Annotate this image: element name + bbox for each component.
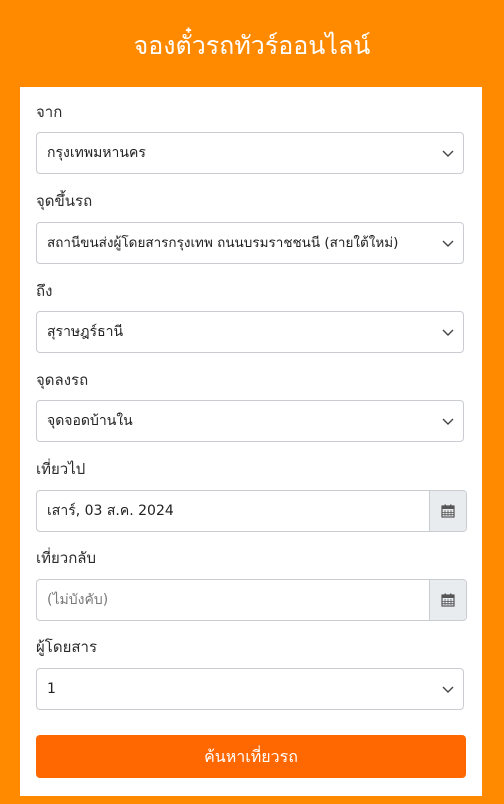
return-date-input[interactable]: (ไม่บังคับ) <box>36 579 467 621</box>
passengers-select[interactable]: 1 <box>36 668 464 710</box>
to-select[interactable]: สุราษฎร์ธานี <box>36 311 464 353</box>
pickup-label: จุดขึ้นรถ <box>36 192 93 210</box>
pickup-select[interactable]: สถานีขนส่งผู้โดยสารกรุงเทพ ถนนบรมราชชนนี… <box>36 222 464 264</box>
from-value: กรุงเทพมหานคร <box>47 145 146 161</box>
passengers-label: ผู้โดยสาร <box>36 638 98 656</box>
dropoff-select[interactable]: จุดจอดบ้านใน <box>36 400 464 442</box>
chevron-down-icon <box>442 418 454 425</box>
chevron-down-icon <box>442 240 454 247</box>
depart-date-input[interactable]: เสาร์, 03 ส.ค. 2024 <box>36 490 467 532</box>
page-title: จองตั๋วรถทัวร์ออนไลน์ <box>133 31 371 60</box>
calendar-icon <box>441 593 455 607</box>
return-date-placeholder: (ไม่บังคับ) <box>47 592 109 608</box>
pickup-value: สถานีขนส่งผู้โดยสารกรุงเทพ ถนนบรมราชชนนี… <box>47 235 399 251</box>
to-label: ถึง <box>36 282 53 300</box>
calendar-icon <box>441 504 455 518</box>
search-trips-button[interactable]: ค้นหาเที่ยวรถ <box>36 735 466 778</box>
dropoff-value: จุดจอดบ้านใน <box>47 413 133 429</box>
chevron-down-icon <box>442 686 454 693</box>
from-select[interactable]: กรุงเทพมหานคร <box>36 132 464 174</box>
calendar-button[interactable] <box>429 491 466 531</box>
from-label: จาก <box>36 103 63 121</box>
chevron-down-icon <box>442 329 454 336</box>
dropoff-label: จุดลงรถ <box>36 371 89 389</box>
to-value: สุราษฎร์ธานี <box>47 324 124 340</box>
depart-label: เที่ยวไป <box>36 460 86 478</box>
depart-date-value: เสาร์, 03 ส.ค. 2024 <box>47 503 174 519</box>
calendar-button[interactable] <box>429 580 466 620</box>
chevron-down-icon <box>442 150 454 157</box>
passengers-value: 1 <box>47 681 56 697</box>
booking-form: จาก กรุงเทพมหานคร จุดขึ้นรถ สถานีขนส่งผู… <box>20 87 482 796</box>
return-label: เที่ยวกลับ <box>36 549 97 567</box>
